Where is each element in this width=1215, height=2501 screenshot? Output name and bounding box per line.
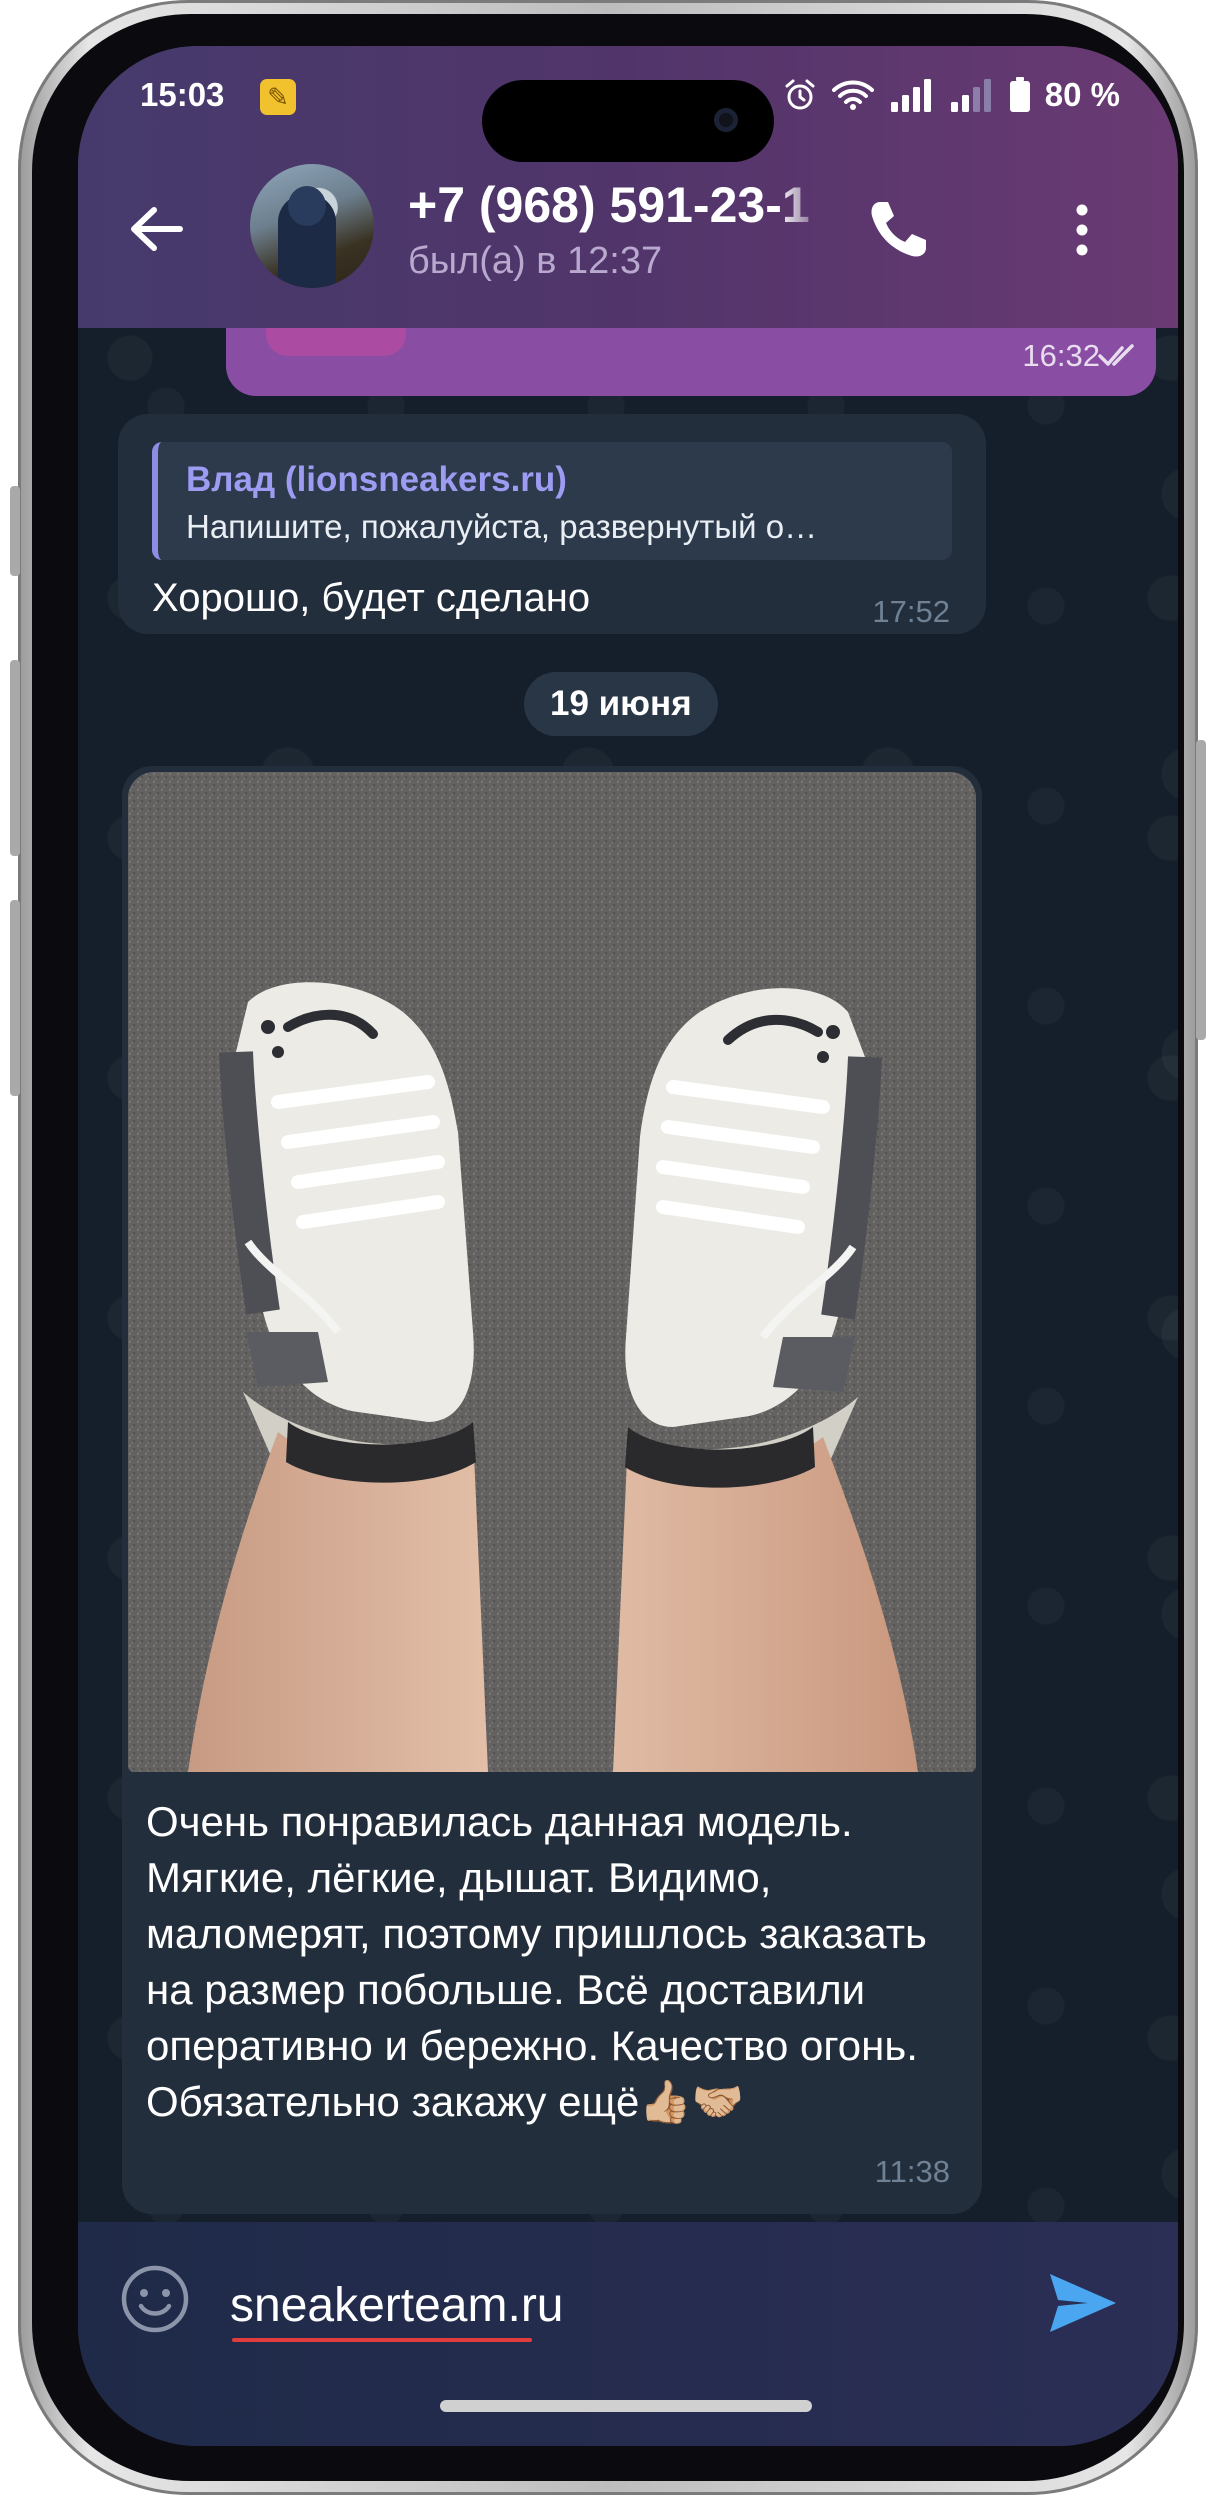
message-time: 17:52 xyxy=(872,594,950,629)
silent-switch xyxy=(10,486,20,576)
incoming-message-bubble[interactable]: Влад (lionsneakers.ru) Напишите, пожалуй… xyxy=(118,414,986,634)
avatar[interactable] xyxy=(250,164,374,288)
signal-icon xyxy=(890,79,931,112)
status-time: 15:03 xyxy=(140,76,225,113)
reply-author: Влад (lionsneakers.ru) xyxy=(186,460,567,499)
power-button xyxy=(1196,740,1206,1040)
volume-down-button xyxy=(10,900,20,1096)
contact-name[interactable]: +7 (968) 591-23-1 xyxy=(408,176,828,236)
avatar-head xyxy=(288,186,326,226)
phone-frame: 16:32 Влад (lionsneakers.ru) Напишите, п… xyxy=(10,0,1206,2495)
message-text: Хорошо, будет сделано xyxy=(152,576,591,620)
battery-percent: 80 % xyxy=(1044,76,1120,113)
contact-last-seen: был(а) в 12:37 xyxy=(408,240,663,282)
outgoing-message-bubble[interactable]: 16:32 xyxy=(226,328,1156,396)
status-icons: 80 % xyxy=(783,76,1120,114)
more-vertical-icon[interactable] xyxy=(1062,192,1102,268)
incoming-photo-message-bubble[interactable]: Очень понравилась данная модель. Мягкие,… xyxy=(122,766,982,2214)
message-time: 11:38 xyxy=(874,2154,950,2189)
spellcheck-underline xyxy=(232,2338,532,2342)
camera-icon xyxy=(714,108,738,132)
send-icon[interactable] xyxy=(1044,2264,1122,2342)
reply-quote[interactable]: Влад (lionsneakers.ru) Напишите, пожалуй… xyxy=(152,442,952,560)
smile-icon[interactable] xyxy=(120,2264,190,2334)
battery-icon xyxy=(1009,77,1030,112)
phone-icon[interactable] xyxy=(860,192,936,268)
chat-header: 15:03 ✎ 80 % +7 (968) 591-23-1 был(а) в … xyxy=(78,46,1178,328)
outgoing-message-time: 16:32 xyxy=(1022,338,1100,373)
outgoing-media-thumbnail xyxy=(266,328,406,356)
status-bar: 15:03 ✎ 80 % xyxy=(78,46,1178,162)
message-text: Очень понравилась данная модель. Мягкие,… xyxy=(146,1798,927,2125)
note-icon: ✎ xyxy=(260,79,296,115)
double-check-icon xyxy=(1098,344,1134,366)
sneakers-photo[interactable] xyxy=(128,772,976,1772)
screen: 16:32 Влад (lionsneakers.ru) Напишите, п… xyxy=(78,46,1178,2446)
arrow-left-icon[interactable] xyxy=(122,194,192,264)
message-input[interactable] xyxy=(230,2270,990,2340)
home-indicator[interactable] xyxy=(440,2400,812,2412)
message-input-bar xyxy=(78,2222,1178,2446)
alarm-icon xyxy=(785,79,815,110)
sneakers-photo-image xyxy=(128,772,976,1772)
reply-preview: Напишите, пожалуйста, развернутый о… xyxy=(186,508,818,545)
date-separator: 19 июня xyxy=(524,672,718,736)
dynamic-island xyxy=(482,80,774,162)
signal-icon-2 xyxy=(950,79,991,112)
wifi-icon xyxy=(831,80,874,110)
volume-up-button xyxy=(10,660,20,856)
